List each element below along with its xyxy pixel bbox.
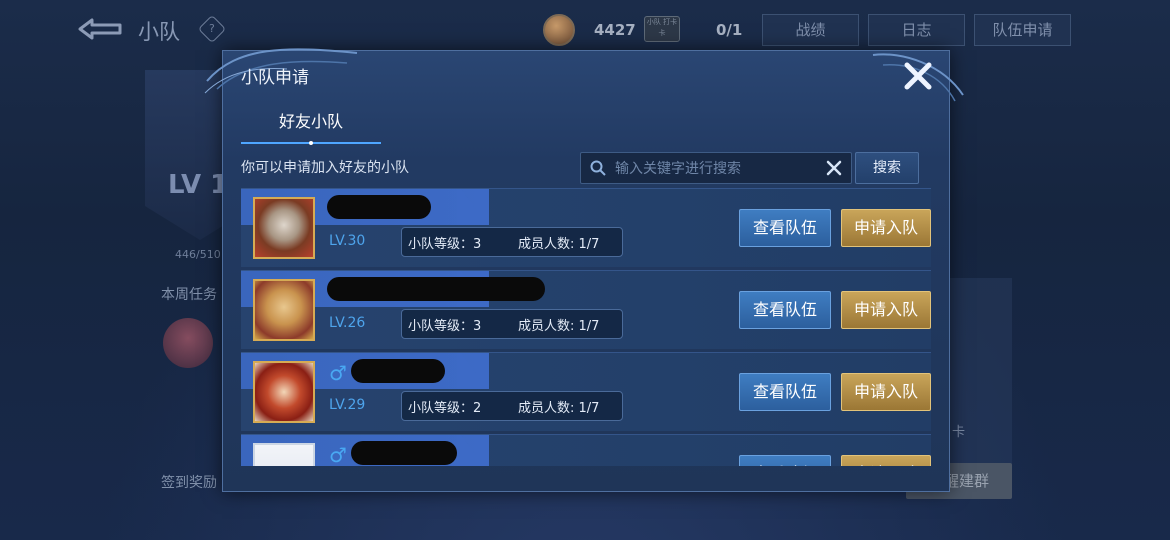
- view-team-button[interactable]: 查看队伍: [739, 209, 831, 247]
- dialog-header: 小队申请: [204, 48, 964, 102]
- checkin-reward-label: 签到奖励: [161, 475, 217, 491]
- view-team-button[interactable]: 查看队伍: [739, 373, 831, 411]
- redacted-name: [351, 359, 445, 383]
- team-grade: 小队等级：3: [408, 319, 482, 334]
- redacted-name: [327, 195, 431, 219]
- team-requests-button[interactable]: 队伍申请: [974, 14, 1071, 46]
- apply-join-button[interactable]: 申请入队: [841, 455, 931, 466]
- team-info: 小队等级：3 成员人数: 1/7: [401, 227, 623, 257]
- team-grade: 小队等级：2: [408, 401, 482, 416]
- page-title: 小队: [138, 20, 180, 44]
- gender-male-icon: ♂: [329, 361, 347, 385]
- team-info: 小队等级：3 成员人数: 1/7: [401, 309, 623, 339]
- team-row: ♂ LV.26 小队等级：3 成员人数: 1/7 查看队伍 申请入队: [241, 270, 931, 349]
- member-avatar: [163, 318, 213, 368]
- sleep-avatar[interactable]: [253, 443, 315, 466]
- member-count: 成员人数: 1/7: [518, 401, 600, 416]
- back-arrow-icon[interactable]: [76, 16, 124, 42]
- card-count: 0/1: [716, 21, 743, 39]
- team-row: LV.30 小队等级：3 成员人数: 1/7 查看队伍 申请入队: [241, 188, 931, 267]
- log-button[interactable]: 日志: [868, 14, 965, 46]
- team-row: ♂ LV.29 小队等级：2 成员人数: 1/7 查看队伍 申请入队: [241, 352, 931, 431]
- dog-avatar[interactable]: [253, 279, 315, 341]
- tab-label: 好友小队: [278, 112, 343, 131]
- search-button[interactable]: 搜索: [855, 152, 919, 184]
- anime-avatar[interactable]: [253, 361, 315, 423]
- tab-friend-teams[interactable]: 好友小队: [241, 105, 381, 145]
- row-band-tip: [457, 353, 487, 389]
- tab-underline-icon: [241, 141, 381, 145]
- clear-icon[interactable]: [826, 160, 842, 176]
- cat-avatar[interactable]: [253, 197, 315, 259]
- team-application-dialog: 小队申请 好友小队 你可以申请加入好友的小队 搜索 LV.30: [204, 48, 964, 492]
- view-team-button[interactable]: 查看队伍: [739, 455, 831, 466]
- dialog-title: 小队申请: [241, 68, 309, 88]
- team-list[interactable]: LV.30 小队等级：3 成员人数: 1/7 查看队伍 申请入队 ♂ LV.26…: [241, 188, 931, 466]
- checkin-card-icon: 小队 打卡卡: [644, 16, 680, 42]
- redacted-name: [351, 441, 457, 465]
- player-level: LV.26: [329, 315, 366, 331]
- dialog-description: 你可以申请加入好友的小队: [241, 160, 409, 176]
- apply-join-button[interactable]: 申请入队: [841, 373, 931, 411]
- team-grade: 小队等级：3: [408, 237, 482, 252]
- exp-progress-text: 446/510: [175, 248, 221, 261]
- close-icon[interactable]: [901, 59, 935, 93]
- player-level: LV.29: [329, 397, 366, 413]
- member-count: 成员人数: 1/7: [518, 319, 600, 334]
- coin-icon: [543, 14, 575, 46]
- coin-value: 4427: [594, 21, 636, 39]
- search-input[interactable]: [613, 153, 827, 185]
- apply-join-button[interactable]: 申请入队: [841, 291, 931, 329]
- row-band-tip: [457, 435, 484, 466]
- redacted-name: [327, 277, 545, 301]
- row-band-tip: [457, 189, 487, 225]
- team-row: ♂ 查看队伍 申请入队: [241, 434, 931, 466]
- search-icon: [590, 160, 606, 176]
- weekly-task-label: 本周任务: [161, 287, 217, 303]
- help-glyph: ?: [209, 22, 215, 35]
- player-level: LV.30: [329, 233, 366, 249]
- apply-join-button[interactable]: 申请入队: [841, 209, 931, 247]
- side-note: 卡: [952, 425, 966, 440]
- help-icon[interactable]: ?: [197, 14, 227, 44]
- gender-male-icon: ♂: [329, 443, 347, 466]
- search-box: [580, 152, 852, 185]
- record-button[interactable]: 战绩: [762, 14, 859, 46]
- view-team-button[interactable]: 查看队伍: [739, 291, 831, 329]
- team-info: 小队等级：2 成员人数: 1/7: [401, 391, 623, 421]
- member-count: 成员人数: 1/7: [518, 237, 600, 252]
